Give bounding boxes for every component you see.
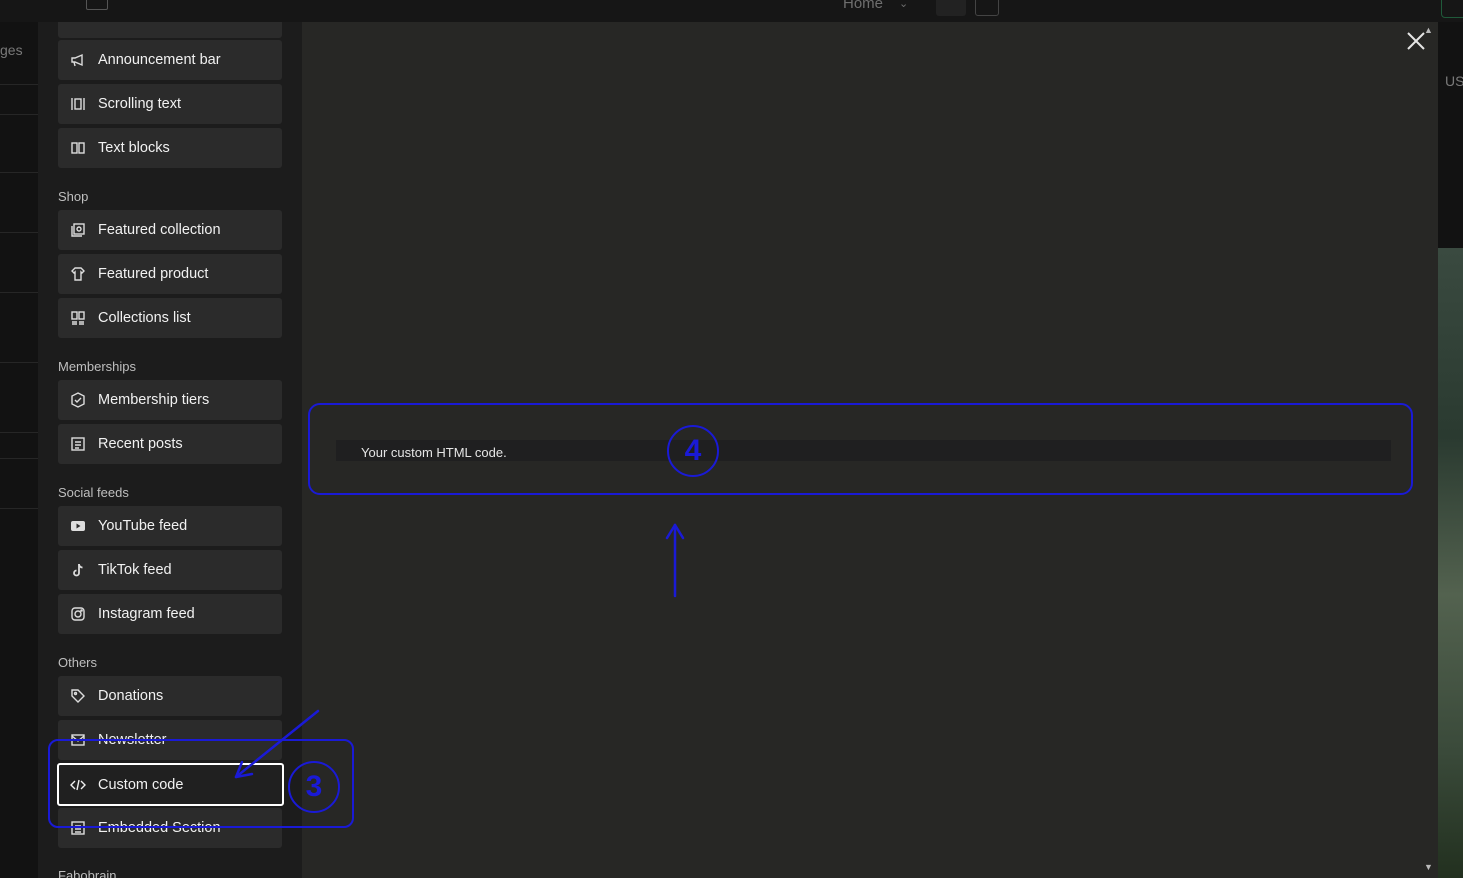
background-text-fragment: ges (0, 42, 23, 58)
text-blocks-icon (69, 139, 87, 157)
group-heading-shop: Shop (58, 189, 89, 204)
publish-button[interactable] (1441, 0, 1463, 18)
group-heading-memberships: Memberships (58, 359, 137, 374)
section-item-donations[interactable]: Donations (58, 676, 282, 716)
tag-icon (69, 687, 87, 705)
section-item-label: Instagram feed (98, 606, 195, 622)
badge-icon (69, 391, 87, 409)
section-item-featured-collection[interactable]: Featured collection (58, 210, 282, 250)
section-item-partial[interactable] (58, 22, 282, 38)
section-item-label: YouTube feed (98, 518, 188, 534)
section-item-label: Donations (98, 688, 164, 704)
section-item-recent-posts[interactable]: Recent posts (58, 424, 282, 464)
mobile-view-icon[interactable] (975, 0, 999, 16)
section-item-announcement-bar[interactable]: Announcement bar (58, 40, 282, 80)
section-item-label: Text blocks (98, 140, 170, 156)
section-item-label: Scrolling text (98, 96, 182, 112)
shirt-icon (69, 265, 87, 283)
section-item-custom-code[interactable]: Custom code (57, 763, 284, 806)
section-item-label: Membership tiers (98, 392, 210, 408)
section-item-label: Recent posts (98, 436, 183, 452)
instagram-icon (69, 605, 87, 623)
editor-topbar: Home ⌄ (0, 0, 1463, 22)
sidebar-toggle-icon[interactable] (86, 0, 108, 10)
section-item-collections-list[interactable]: Collections list (58, 298, 282, 338)
scroll-down-arrow[interactable]: ▼ (1424, 862, 1433, 872)
section-item-label: Announcement bar (98, 52, 221, 68)
section-item-label: Newsletter (98, 732, 167, 748)
section-item-label: TikTok feed (98, 562, 172, 578)
youtube-icon (69, 517, 87, 535)
background-hero-image (1438, 248, 1463, 878)
embed-icon (69, 819, 87, 837)
section-item-youtube-feed[interactable]: YouTube feed (58, 506, 282, 546)
section-item-label: Collections list (98, 310, 191, 326)
page-selector[interactable]: Home (843, 0, 883, 12)
collections-list-icon (69, 309, 87, 327)
custom-html-code-input[interactable] (336, 440, 1391, 461)
group-heading-partial: Fabobrain (58, 868, 117, 878)
scroll-up-arrow[interactable]: ▲ (1424, 25, 1433, 35)
background-left-panel: ges (0, 22, 38, 878)
section-item-newsletter[interactable]: Newsletter (58, 720, 282, 760)
background-text-fragment: US (1445, 73, 1463, 89)
section-item-label: Embedded Section (98, 820, 221, 836)
section-item-text-blocks[interactable]: Text blocks (58, 128, 282, 168)
megaphone-icon (69, 51, 87, 69)
group-heading-others: Others (58, 655, 98, 670)
section-item-label: Featured product (98, 266, 209, 282)
section-item-tiktok-feed[interactable]: TikTok feed (58, 550, 282, 590)
scrolling-text-icon (69, 95, 87, 113)
tiktok-icon (69, 561, 87, 579)
background-right-panel: US (1438, 22, 1463, 878)
section-item-scrolling-text[interactable]: Scrolling text (58, 84, 282, 124)
section-item-membership-tiers[interactable]: Membership tiers (58, 380, 282, 420)
section-item-featured-product[interactable]: Featured product (58, 254, 282, 294)
code-icon (69, 776, 87, 794)
envelope-icon (69, 731, 87, 749)
chevron-down-icon[interactable]: ⌄ (899, 0, 908, 10)
section-item-embedded-section[interactable]: Embedded Section (58, 808, 282, 848)
section-library-sidebar[interactable]: Announcement bar Scrolling text Text blo… (38, 22, 302, 878)
posts-icon (69, 435, 87, 453)
group-heading-social-feeds: Social feeds (58, 485, 129, 500)
section-item-label: Featured collection (98, 222, 221, 238)
section-item-label: Custom code (98, 776, 184, 793)
collection-icon (69, 221, 87, 239)
desktop-view-icon[interactable] (936, 0, 966, 16)
section-item-instagram-feed[interactable]: Instagram feed (58, 594, 282, 634)
